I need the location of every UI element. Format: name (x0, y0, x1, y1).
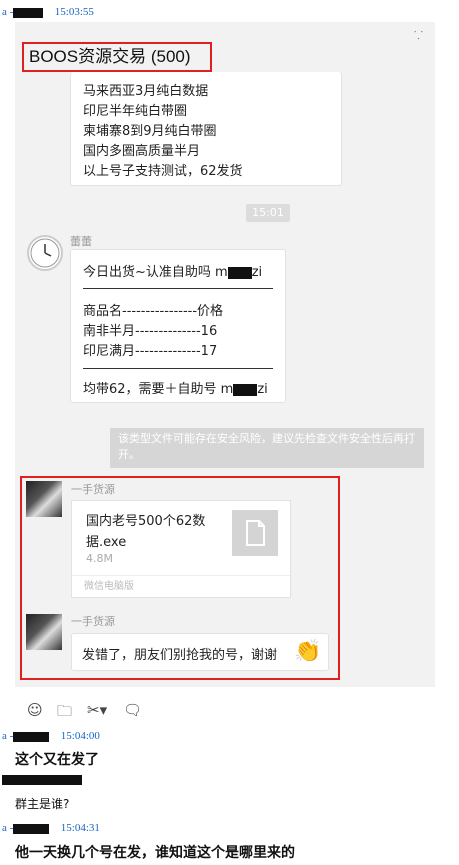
sender-name: 蕾蕾 (70, 235, 92, 248)
log-time: 15:03:55 (54, 6, 94, 18)
price-row: 南非半月--------------16 (83, 324, 218, 339)
group-title: BOOS资源交易 (500) (22, 42, 212, 72)
log-prefix: a - (2, 730, 14, 742)
redaction-bar (13, 8, 43, 18)
avatar[interactable] (26, 614, 62, 650)
redaction-bar (227, 266, 252, 279)
message-bubble: 马来西亚3月纯白数据 印尼半年纯白带圈 柬埔寨8到9月纯白带圈 国内多圈高质量半… (70, 72, 342, 186)
redaction-bar (13, 732, 49, 742)
message-text: zi (251, 265, 263, 280)
message-text: 发错了，朋友们别抢我的号，谢谢 (82, 648, 278, 663)
clap-hands-icon: 👏 (294, 639, 322, 664)
avatar[interactable] (26, 481, 62, 517)
file-name: 国内老号500个62数据.exe (86, 514, 206, 550)
time-divider: 15:01 (246, 204, 290, 222)
log-message: 群主是谁? (15, 797, 70, 811)
price-row: 印尼满月--------------17 (83, 344, 218, 359)
message-line: 柬埔寨8到9月纯白带圈 (83, 124, 217, 139)
message-bubble[interactable]: 发错了，朋友们别抢我的号，谢谢 👏 (71, 633, 329, 671)
document-icon (232, 510, 278, 556)
log-time: 15:04:00 (60, 730, 100, 742)
pin-icon[interactable]: ⸪ (414, 28, 423, 43)
message-text: 均带62，需要＋自助号 m (83, 382, 234, 397)
redaction-bar (13, 824, 49, 834)
divider (83, 368, 273, 369)
file-size: 4.8M (86, 552, 113, 565)
file-attachment[interactable]: 国内老号500个62数据.exe 4.8M 微信电脑版 (71, 500, 291, 598)
log-prefix: a - (2, 6, 14, 18)
scissors-icon[interactable]: ✂▾ (87, 701, 107, 719)
folder-icon[interactable]: 🗀 (57, 701, 72, 726)
avatar[interactable] (27, 235, 63, 271)
log-prefix: a - (2, 822, 14, 834)
chat-bubble-icon[interactable]: 🗨 (123, 701, 142, 719)
log-message: 他一天换几个号在发，谁知道这个是哪里来的 (15, 846, 295, 861)
message-line: 国内多圈高质量半月 (83, 144, 201, 159)
divider (83, 288, 273, 289)
security-warning: 该类型文件可能存在安全风险，建议先检查文件安全性后再打开。 (110, 428, 424, 468)
redaction-bar (2, 775, 82, 785)
redaction-bar (233, 383, 258, 396)
sender-name: 一手货源 (71, 483, 115, 496)
message-line: 以上号子支持测试，62发货 (83, 164, 243, 179)
message-line: 马来西亚3月纯白数据 (83, 84, 209, 99)
message-text: 今日出货~认准自助吗 m (83, 265, 228, 280)
clock-icon (30, 238, 60, 268)
log-message: 这个又在发了 (15, 753, 99, 768)
file-source: 微信电脑版 (72, 575, 290, 598)
message-bubble[interactable]: 今日出货~认准自助吗 m zi 商品名----------------价格 南非半… (70, 249, 286, 403)
message-text: zi (257, 382, 268, 397)
log-time: 15:04:31 (60, 822, 100, 834)
message-line: 印尼半年纯白带圈 (83, 104, 188, 119)
sender-name: 一手货源 (71, 615, 115, 628)
emoji-icon[interactable]: ☺ (27, 701, 43, 719)
price-header: 商品名----------------价格 (83, 304, 224, 319)
